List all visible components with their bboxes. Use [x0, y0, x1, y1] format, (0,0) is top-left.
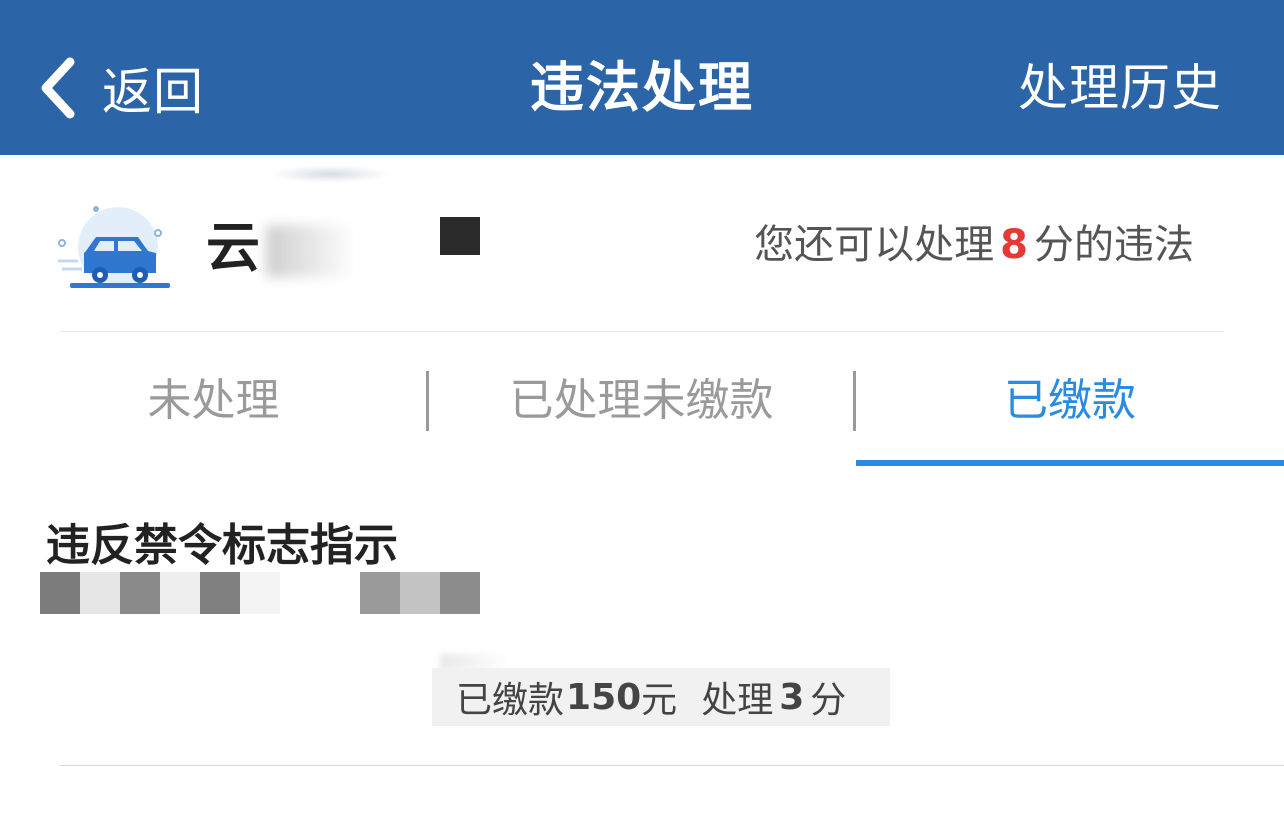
redaction-mosaic [40, 572, 80, 614]
tab-unprocessed[interactable]: 未处理 [0, 333, 427, 463]
violation-title: 违反禁令标志指示 [46, 520, 398, 571]
nav-bar: 返回 违法处理 处理历史 [0, 0, 1284, 155]
history-button[interactable]: 处理历史 [1018, 48, 1222, 128]
divider [60, 765, 1284, 766]
car-icon [58, 206, 170, 288]
status-points-prefix: 处理 [701, 680, 774, 721]
tab-paid[interactable]: 已缴款 [856, 333, 1284, 463]
redaction-mosaic [160, 572, 200, 614]
points-value: 8 [1000, 222, 1028, 268]
tab-processed-unpaid[interactable]: 已处理未缴款 [428, 333, 855, 463]
plate-number: 云 [206, 216, 260, 279]
plate-redaction [266, 225, 356, 277]
redaction-mosaic [120, 572, 160, 614]
status-tabs: 未处理 已处理未缴款 已缴款 [0, 333, 1284, 468]
remaining-points-info: 您还可以处理 8 分的违法 [754, 215, 1194, 275]
vehicle-summary: 云 您还可以处理 8 分的违法 [0, 155, 1284, 333]
redaction-mosaic [240, 572, 280, 614]
redaction-smudge [270, 165, 390, 183]
status-points-value: 3 [779, 676, 805, 718]
redaction-mosaic [200, 572, 240, 614]
status-points-unit: 分 [810, 680, 847, 721]
redaction-mosaic [400, 572, 440, 614]
points-suffix: 分的违法 [1034, 222, 1194, 268]
status-prefix: 已缴款 [456, 680, 565, 721]
divider [60, 331, 1224, 332]
redaction-mosaic [80, 572, 120, 614]
payment-status-badge: 已缴款 150 元处理 3 分 [432, 668, 890, 726]
status-amount: 150 [566, 676, 642, 718]
status-unit: 元 [641, 680, 678, 721]
violation-record[interactable]: 违反禁令标志指示 已缴款 150 元处理 3 分 [0, 500, 1284, 766]
redaction-mosaic [440, 572, 480, 614]
plate-redaction-block [440, 217, 480, 255]
points-prefix: 您还可以处理 [754, 222, 995, 268]
redaction-mosaic [360, 572, 400, 614]
active-tab-indicator [856, 460, 1284, 466]
